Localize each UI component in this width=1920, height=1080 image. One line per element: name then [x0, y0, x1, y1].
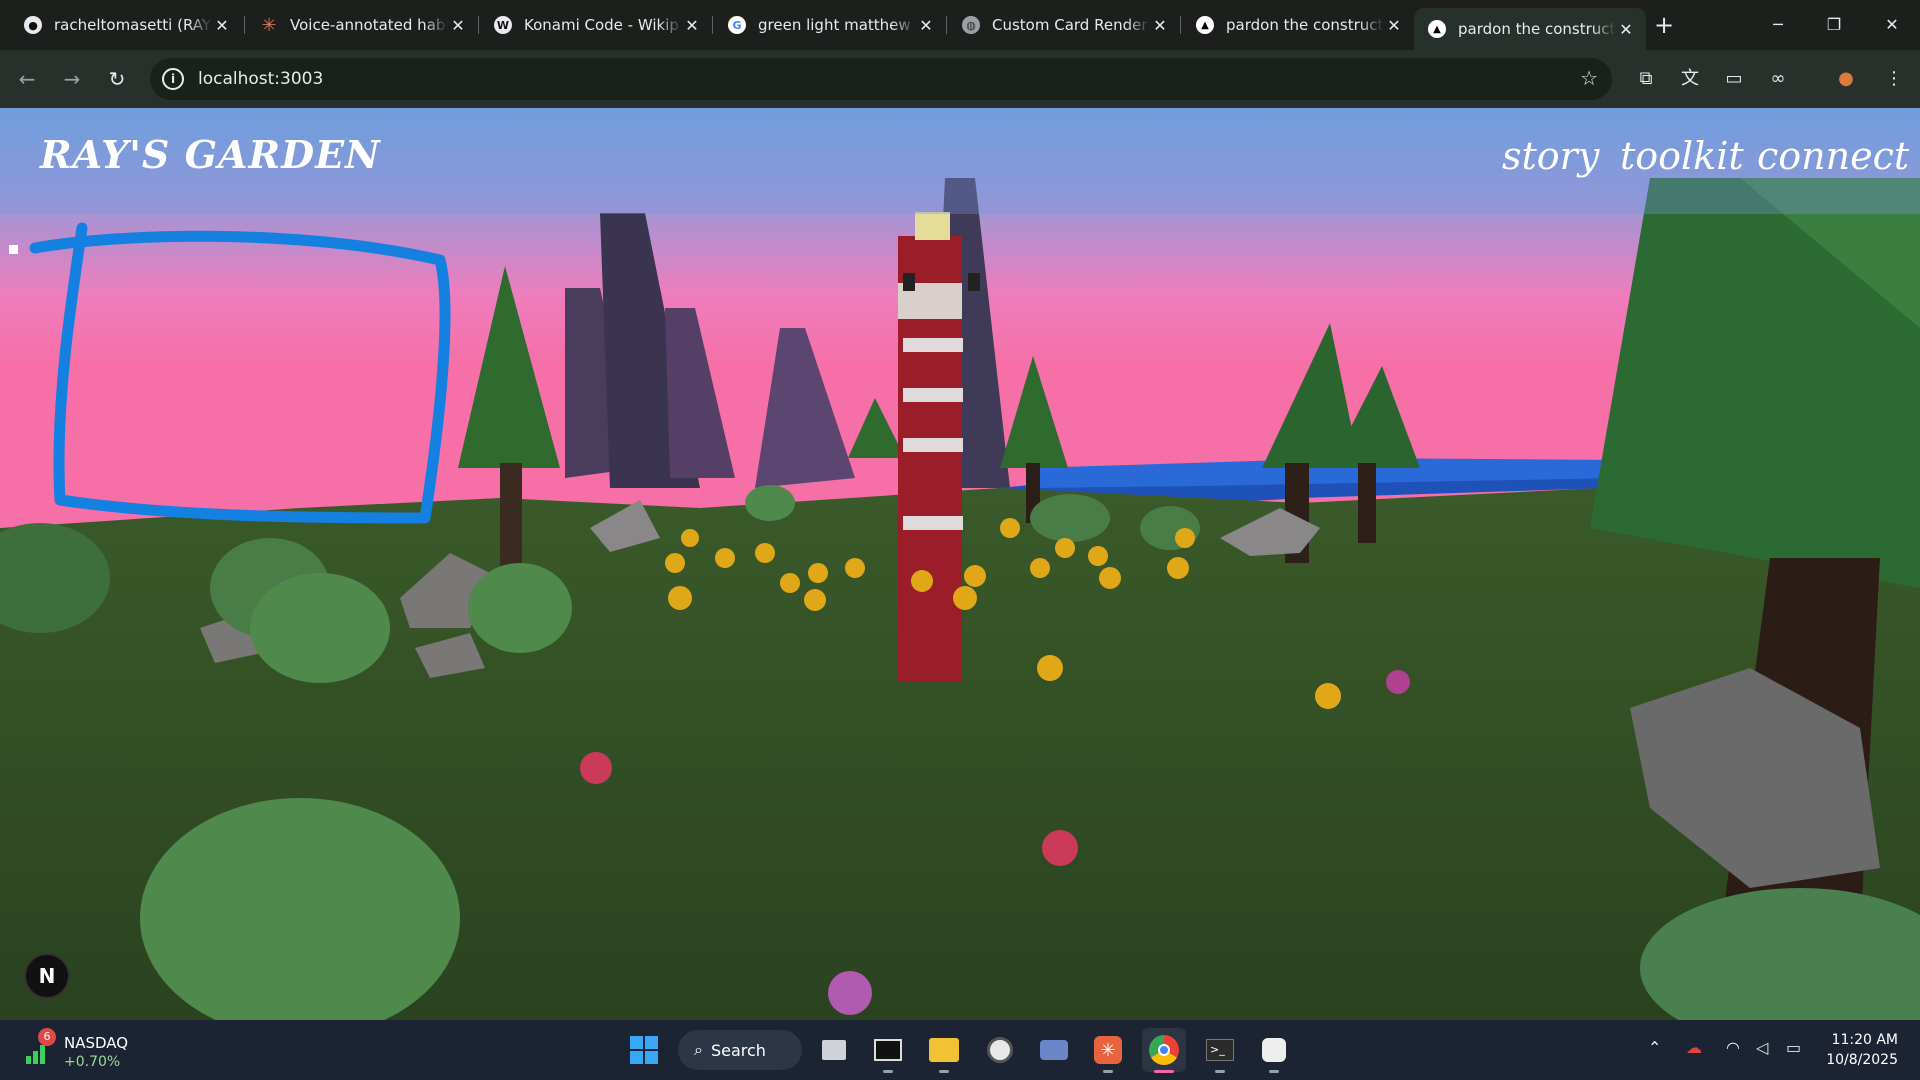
tab-konami-code[interactable]: W Konami Code - Wikip ✕: [480, 8, 712, 42]
terminal-prompt-app[interactable]: >_: [1198, 1028, 1242, 1073]
browser-toolbar: ← → ↻ i localhost:3003 ☆ ⧉ 文 ▭ ∞ ● ⋮: [0, 50, 1920, 108]
menu-kebab-icon[interactable]: ⋮: [1878, 63, 1910, 95]
widget-change: +0.70%: [64, 1054, 121, 1070]
search-icon: ⌕: [694, 1040, 703, 1059]
camera-icon: [1040, 1040, 1068, 1060]
tab-custom-card[interactable]: ◍ Custom Card Renderi ✕: [948, 8, 1180, 42]
chrome-icon: [1149, 1035, 1179, 1065]
back-button[interactable]: ←: [10, 62, 44, 96]
tab-title: Custom Card Renderi: [992, 16, 1150, 34]
nav-toolkit[interactable]: toolkit: [1620, 134, 1744, 178]
link-icon[interactable]: ∞: [1762, 63, 1794, 95]
tab-title: racheltomasetti (RAY): [54, 16, 212, 34]
tab-pardon-active[interactable]: ▲ pardon the constructi ✕: [1414, 8, 1646, 50]
cube-app[interactable]: [1252, 1028, 1296, 1073]
tab-title: green light matthew: [758, 16, 911, 34]
globe-icon: ◍: [962, 16, 980, 34]
task-view-button[interactable]: [812, 1028, 856, 1072]
onedrive-icon[interactable]: ☁: [1686, 1038, 1702, 1057]
site-logo[interactable]: RAY'S GARDEN: [40, 132, 381, 177]
page-viewport: RAY'S GARDEN story toolkit connect N: [0, 108, 1920, 1020]
close-icon[interactable]: ✕: [1384, 16, 1404, 35]
translate-icon[interactable]: 文: [1674, 63, 1706, 95]
chrome-app[interactable]: [1142, 1028, 1186, 1073]
close-icon[interactable]: ✕: [916, 16, 936, 35]
claude-icon: ✳: [261, 14, 277, 36]
folder-icon: [929, 1038, 959, 1062]
close-icon[interactable]: ✕: [682, 16, 702, 35]
claude-app[interactable]: ✳: [1086, 1028, 1130, 1073]
cube-icon: [1262, 1038, 1286, 1062]
windows-taskbar: 6 NASDAQ +0.70% ⌕ Search ✳ >_ ⌃ ☁ ◠ ◁ ▭ …: [0, 1020, 1920, 1080]
windows-icon: [630, 1036, 658, 1064]
close-icon[interactable]: ✕: [1616, 20, 1636, 39]
system-clock[interactable]: 11:20 AM 10/8/2025: [1808, 1030, 1898, 1070]
restore-button[interactable]: ❐: [1814, 10, 1854, 40]
tab-title: Konami Code - Wikip: [524, 16, 679, 34]
reload-button[interactable]: ↻: [100, 62, 134, 96]
taskbar-search[interactable]: ⌕ Search: [678, 1030, 802, 1070]
nav-story[interactable]: story: [1502, 134, 1599, 178]
volume-icon[interactable]: ◁: [1756, 1038, 1768, 1057]
battery-icon[interactable]: ▭: [1786, 1038, 1801, 1057]
stock-widget[interactable]: 6 NASDAQ +0.70%: [22, 1028, 162, 1072]
garden-scene[interactable]: [0, 108, 1920, 1020]
claude-icon: ✳: [1094, 1036, 1122, 1064]
site-header: RAY'S GARDEN story toolkit connect: [0, 108, 1920, 214]
url-text: localhost:3003: [198, 69, 324, 89]
close-window-button[interactable]: ✕: [1872, 10, 1912, 40]
terminal-app[interactable]: [866, 1028, 910, 1073]
reading-mode-icon[interactable]: ▭: [1718, 63, 1750, 95]
start-button[interactable]: [622, 1028, 666, 1072]
clock-icon: [987, 1037, 1013, 1063]
tab-strip: ● racheltomasetti (RAY) ✕ ✳ Voice-annota…: [0, 0, 1920, 50]
clock-app[interactable]: [978, 1028, 1022, 1072]
close-icon[interactable]: ✕: [212, 16, 232, 35]
profile-avatar[interactable]: ●: [1830, 63, 1862, 95]
chevron-up-icon[interactable]: ⌃: [1648, 1038, 1661, 1057]
clock-date: 10/8/2025: [1826, 1052, 1898, 1068]
new-tab-button[interactable]: +: [1650, 12, 1678, 40]
tab-title: pardon the constructi: [1226, 16, 1384, 34]
triangle-icon: ▲: [1428, 20, 1446, 38]
terminal-icon: >_: [1206, 1039, 1234, 1061]
clock-time: 11:20 AM: [1831, 1032, 1898, 1048]
forward-button[interactable]: →: [55, 62, 89, 96]
camera-app[interactable]: [1032, 1028, 1076, 1072]
tab-pardon-1[interactable]: ▲ pardon the constructi ✕: [1182, 8, 1414, 42]
scene-canvas: [0, 108, 1920, 1020]
tab-title: Voice-annotated habi: [290, 16, 448, 34]
task-view-icon: [822, 1040, 846, 1060]
github-icon: ●: [24, 16, 42, 34]
site-info-icon[interactable]: i: [162, 68, 184, 90]
wifi-icon[interactable]: ◠: [1726, 1038, 1740, 1057]
lens-icon[interactable]: ⧉: [1630, 63, 1662, 95]
file-explorer-app[interactable]: [922, 1028, 966, 1073]
bookmark-star-icon[interactable]: ☆: [1580, 66, 1598, 90]
triangle-icon: ▲: [1196, 16, 1214, 34]
tab-green-light[interactable]: G green light matthew ✕: [714, 8, 946, 42]
tab-title: pardon the constructi: [1458, 20, 1616, 38]
tab-github[interactable]: ● racheltomasetti (RAY) ✕: [10, 8, 242, 42]
window-icon: [874, 1039, 902, 1061]
close-icon[interactable]: ✕: [448, 16, 468, 35]
nav-connect[interactable]: connect: [1757, 134, 1909, 178]
notification-badge: 6: [38, 1028, 56, 1046]
address-bar[interactable]: i localhost:3003 ☆: [150, 58, 1612, 100]
tab-voice-annotated[interactable]: ✳ Voice-annotated habi ✕: [246, 8, 478, 42]
close-icon[interactable]: ✕: [1150, 16, 1170, 35]
widget-name: NASDAQ: [64, 1034, 129, 1052]
minimize-button[interactable]: ─: [1758, 10, 1798, 40]
nextjs-dev-badge[interactable]: N: [24, 953, 70, 999]
google-icon: G: [728, 16, 746, 34]
wikipedia-icon: W: [494, 16, 512, 34]
search-label: Search: [710, 1040, 766, 1060]
